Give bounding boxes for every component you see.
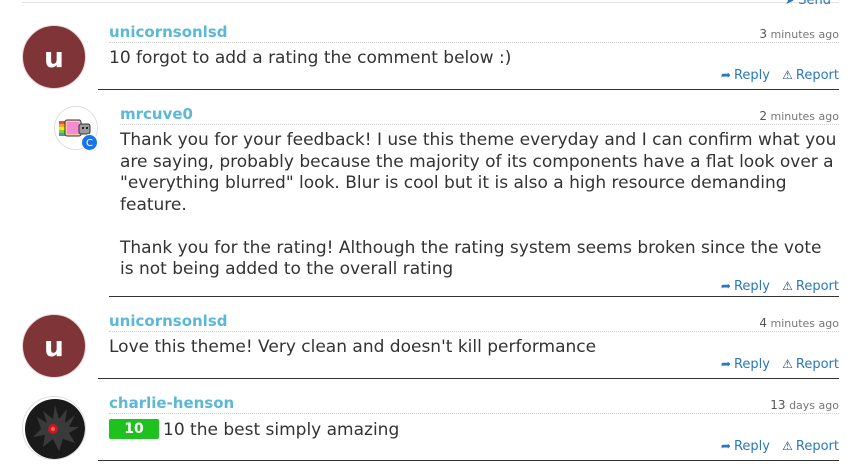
comment-divider [98, 89, 839, 90]
comment-text: Love this theme! Very clean and doesn't … [109, 337, 597, 357]
username[interactable]: unicornsonlsd [109, 23, 228, 41]
comment-header: unicornsonlsd 3 minutes ago [109, 23, 839, 43]
comment-divider [98, 460, 839, 461]
comment-header: charlie-henson 13 days ago [109, 394, 839, 414]
report-button[interactable]: ⚠ Report [782, 279, 839, 294]
report-button[interactable]: ⚠ Report [782, 68, 839, 83]
send-button[interactable]: ➤ Send [785, 0, 831, 8]
comment-text: 10 forgot to add a rating the comment be… [109, 48, 512, 68]
username[interactable]: mrcuve0 [120, 105, 193, 123]
reply-icon: ➦ [720, 279, 731, 293]
timestamp: 3 minutes ago [759, 27, 839, 41]
username[interactable]: unicornsonlsd [109, 312, 228, 330]
reply-button[interactable]: ➦ Reply [721, 68, 770, 83]
top-divider [22, 2, 839, 3]
timestamp: 4 minutes ago [759, 316, 839, 330]
send-icon: ➤ [785, 0, 795, 7]
comment-text: Thank you for your feedback! I use this … [120, 130, 839, 281]
warning-icon: ⚠ [782, 279, 793, 293]
username[interactable]: charlie-henson [109, 394, 234, 412]
comment-header: mrcuve0 2 minutes ago [120, 105, 839, 125]
reply-icon: ➦ [720, 68, 731, 82]
avatar[interactable] [22, 396, 86, 460]
report-button[interactable]: ⚠ Report [782, 439, 839, 454]
reply-button[interactable]: ➦ Reply [721, 279, 770, 294]
dragon-avatar-icon [23, 397, 85, 459]
warning-icon: ⚠ [782, 357, 793, 371]
comment-paragraph: Thank you for your feedback! I use this … [120, 130, 837, 215]
comment-actions: ➦ Reply ⚠ Report [713, 357, 839, 372]
comment-body: 10 the best simply amazing [163, 420, 400, 440]
comment-divider [98, 378, 839, 379]
avatar[interactable]: u [22, 314, 86, 378]
comment-actions: ➦ Reply ⚠ Report [713, 279, 839, 294]
report-button[interactable]: ⚠ Report [782, 357, 839, 372]
comment-header: unicornsonlsd 4 minutes ago [109, 312, 839, 332]
reply-button[interactable]: ➦ Reply [721, 357, 770, 372]
reply-icon: ➦ [720, 357, 731, 371]
comment-actions: ➦ Reply ⚠ Report [713, 439, 839, 454]
avatar[interactable]: u [22, 25, 86, 89]
timestamp: 2 minutes ago [759, 109, 839, 123]
reply-icon: ➦ [720, 439, 731, 453]
comment-paragraph: Thank you for the rating! Although the r… [120, 237, 822, 280]
reply-button[interactable]: ➦ Reply [721, 439, 770, 454]
contributor-badge: C [81, 134, 98, 151]
comment-actions: ➦ Reply ⚠ Report [713, 68, 839, 83]
timestamp: 13 days ago [770, 398, 839, 412]
comment-divider [109, 296, 839, 297]
warning-icon: ⚠ [782, 439, 793, 453]
rating-badge: 10 [109, 419, 159, 439]
warning-icon: ⚠ [782, 68, 793, 82]
